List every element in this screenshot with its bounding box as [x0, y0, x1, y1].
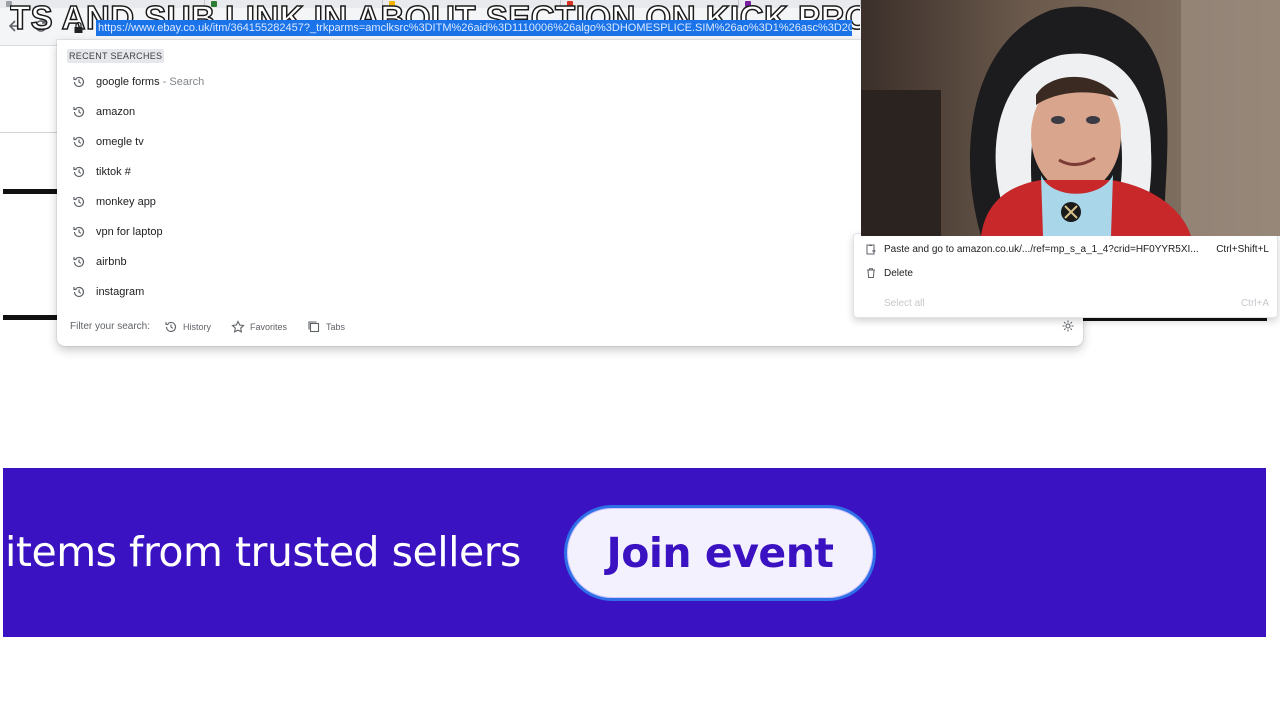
context-menu: Paste and go to amazon.co.uk/.../ref=mp_…	[853, 233, 1278, 318]
tabs-icon	[308, 321, 320, 333]
menu-item-shortcut: Ctrl+Shift+L	[1216, 244, 1269, 255]
join-event-label: Join event	[606, 529, 834, 577]
filter-tabs-label: Tabs	[326, 322, 346, 332]
suggestion-hint: - Search	[159, 76, 205, 88]
suggestion-label: instagram	[96, 286, 145, 298]
suggestion-label: vpn for laptop	[96, 226, 163, 238]
menu-item-label: Delete	[884, 268, 913, 279]
gear-icon[interactable]	[1061, 319, 1075, 333]
banner-text: items from trusted sellers	[5, 528, 521, 576]
history-icon	[73, 196, 85, 208]
filter-favorites-label: Favorites	[250, 322, 288, 332]
history-icon	[73, 136, 85, 148]
address-bar[interactable]: https://www.ebay.co.uk/itm/364155282457?…	[60, 18, 855, 38]
webcam-overlay	[861, 0, 1280, 236]
suggestion-label: tiktok #	[96, 166, 131, 178]
site-info-icon[interactable]	[72, 21, 85, 34]
history-icon	[73, 226, 85, 238]
filter-label: Filter your search:	[70, 321, 151, 332]
suggestion-label: amazon	[96, 106, 136, 118]
suggestion-label: omegle tv	[96, 136, 144, 148]
menu-item-shortcut: Ctrl+A	[1240, 298, 1269, 309]
filter-history-label: History	[183, 322, 212, 332]
star-icon	[231, 320, 245, 333]
history-icon	[73, 286, 85, 298]
select-all-menu-item[interactable]: Select all Ctrl+A	[854, 292, 1279, 316]
trash-icon	[867, 268, 875, 278]
menu-item-label: Select all	[884, 298, 925, 309]
history-icon	[165, 321, 177, 333]
browser-window: TS AND SUB LINK IN ABOUT SECTION ON KICK…	[0, 0, 1280, 720]
history-icon	[73, 166, 85, 178]
page-divider	[0, 132, 60, 133]
streamer-webcam-image	[861, 0, 1280, 236]
delete-menu-item[interactable]: Delete	[854, 262, 1279, 286]
history-icon	[73, 106, 85, 118]
section-title: RECENT SEARCHES	[67, 49, 165, 63]
page-divider	[3, 189, 59, 194]
suggestion-label: monkey app	[96, 196, 156, 208]
page-divider	[3, 315, 59, 320]
menu-item-label: Paste and go to amazon.co.uk/.../ref=mp_…	[884, 244, 1199, 255]
suggestion-label: airbnb	[96, 256, 127, 268]
history-icon	[73, 256, 85, 268]
paste-and-go-menu-item[interactable]: Paste and go to amazon.co.uk/.../ref=mp_…	[854, 238, 1279, 262]
paste-go-icon	[866, 244, 876, 255]
promo-banner: items from trusted sellers Join event	[3, 468, 1266, 637]
join-event-button[interactable]: Join event	[564, 505, 876, 601]
address-url[interactable]: https://www.ebay.co.uk/itm/364155282457?…	[96, 20, 852, 36]
suggestion-label: google forms	[96, 76, 160, 88]
history-icon	[73, 76, 85, 88]
